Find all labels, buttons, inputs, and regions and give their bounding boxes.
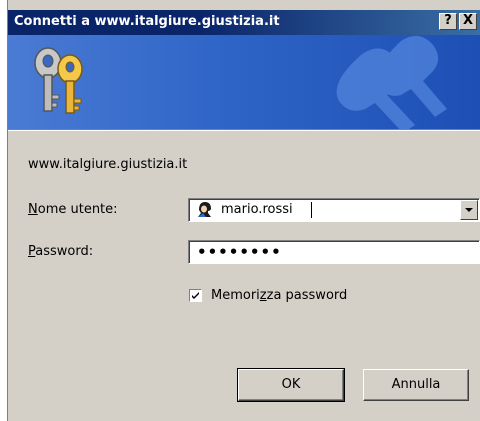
- password-field[interactable]: ••••••••: [188, 240, 480, 264]
- remember-password-label[interactable]: Memorizza password: [211, 288, 347, 303]
- banner-separator-highlight: [8, 130, 480, 131]
- window-title: Connetti a www.italgiure.giustizia.it: [14, 14, 280, 29]
- password-label-text: assword:: [35, 244, 94, 259]
- help-button[interactable]: ?: [439, 13, 457, 30]
- remember-password-checkbox[interactable]: [189, 289, 202, 302]
- banner: [8, 35, 480, 129]
- chevron-down-icon: [465, 208, 473, 212]
- text-cursor: [311, 202, 312, 218]
- cancel-button[interactable]: Annulla: [363, 369, 469, 401]
- keys-icon: [34, 47, 83, 114]
- username-dropdown-button[interactable]: [460, 200, 478, 220]
- user-icon: [195, 201, 212, 218]
- password-value: ••••••••: [197, 243, 282, 261]
- ok-button[interactable]: OK: [237, 368, 345, 402]
- remember-label-part2: za password: [266, 288, 348, 303]
- username-label-accesskey: N: [28, 202, 38, 217]
- checkmark-icon: [192, 292, 199, 299]
- site-label: www.italgiure.giustizia.it: [28, 157, 188, 172]
- remember-label-accesskey: z: [259, 288, 267, 303]
- login-dialog: Connetti a www.italgiure.giustizia.it ? …: [7, 0, 480, 421]
- title-bar[interactable]: Connetti a www.italgiure.giustizia.it ? …: [8, 10, 480, 35]
- remember-label-part1: Memori: [211, 288, 260, 303]
- close-button[interactable]: X: [459, 13, 477, 30]
- username-label-text: ome utente:: [37, 202, 118, 217]
- keys-watermark-icon: [336, 35, 447, 129]
- password-label: Password:: [28, 244, 93, 259]
- username-label: Nome utente:: [28, 202, 118, 217]
- username-combobox[interactable]: mario.rossi: [188, 198, 480, 222]
- username-value: mario.rossi: [221, 202, 293, 217]
